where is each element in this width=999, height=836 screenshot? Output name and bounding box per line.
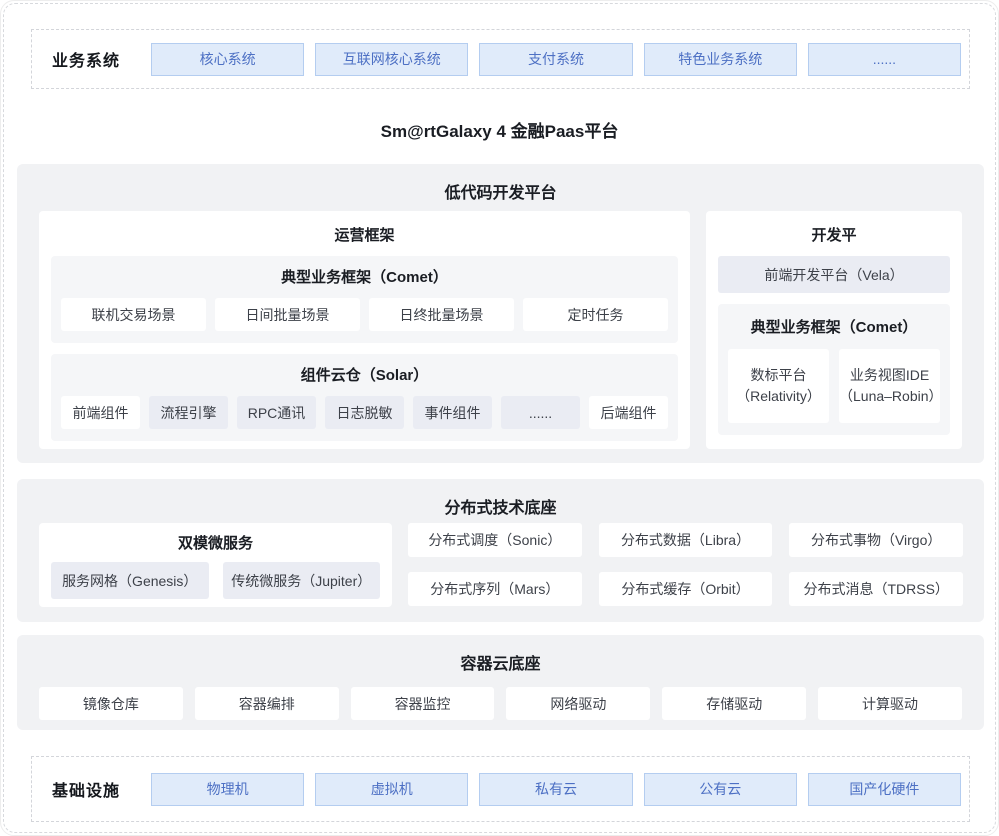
solar-component-cloud-subcard: 组件云仓（Solar） 前端组件 流程引擎 RPC通讯 日志脱敏 事件组件 ..… <box>51 354 678 441</box>
jupiter-traditional-microservice: 传统微服务（Jupiter） <box>223 562 381 599</box>
infra-physical-machine: 物理机 <box>151 773 304 806</box>
dev-platform-title: 开发平 <box>706 211 962 245</box>
infra-virtual-machine: 虚拟机 <box>315 773 468 806</box>
dual-mode-row: 服务网格（Genesis） 传统微服务（Jupiter） <box>51 562 380 599</box>
distributed-services-row-2: 分布式序列（Mars） 分布式缓存（Orbit） 分布式消息（TDRSS） <box>408 572 963 606</box>
business-system-payment: 支付系统 <box>479 43 632 76</box>
operation-framework-title: 运营框架 <box>39 211 690 245</box>
comet-business-framework-subcard: 典型业务框架（Comet） 联机交易场景 日间批量场景 日终批量场景 定时任务 <box>51 256 678 343</box>
distributed-tech-section: 分布式技术底座 双模微服务 服务网格（Genesis） 传统微服务（Jupite… <box>17 479 984 622</box>
compute-driver: 计算驱动 <box>818 687 962 720</box>
distributed-services-row-1: 分布式调度（Sonic） 分布式数据（Libra） 分布式事物（Virgo） <box>408 523 963 557</box>
comet-business-framework-title: 典型业务框架（Comet） <box>61 266 668 287</box>
container-cloud-title: 容器云底座 <box>17 635 984 674</box>
container-cloud-section: 容器云底座 镜像仓库 容器编排 容器监控 网络驱动 存储驱动 计算驱动 <box>17 635 984 730</box>
scenario-daytime-batch: 日间批量场景 <box>215 298 360 331</box>
virgo-distributed-transaction: 分布式事物（Virgo） <box>789 523 963 557</box>
component-frontend: 前端组件 <box>61 396 140 429</box>
component-event: 事件组件 <box>413 396 492 429</box>
image-registry: 镜像仓库 <box>39 687 183 720</box>
infra-public-cloud: 公有云 <box>644 773 797 806</box>
solar-component-row: 前端组件 流程引擎 RPC通讯 日志脱敏 事件组件 ...... 后端组件 <box>61 396 668 429</box>
dev-comet-framework-subcard: 典型业务框架（Comet） 数标平台 （Relativity） 业务视图IDE … <box>718 304 950 435</box>
component-more: ...... <box>501 396 580 429</box>
infrastructure-band: 基础设施 物理机 虚拟机 私有云 公有云 国产化硬件 <box>31 756 970 822</box>
comet-scenario-row: 联机交易场景 日间批量场景 日终批量场景 定时任务 <box>61 298 668 331</box>
container-orchestration: 容器编排 <box>195 687 339 720</box>
tdrss-distributed-message: 分布式消息（TDRSS） <box>789 572 963 606</box>
container-monitoring: 容器监控 <box>351 687 495 720</box>
architecture-diagram: 业务系统 核心系统 互联网核心系统 支付系统 特色业务系统 ...... Sm@… <box>0 0 999 836</box>
low-code-platform-title: 低代码开发平台 <box>17 164 984 203</box>
operation-framework-card: 运营框架 典型业务框架（Comet） 联机交易场景 日间批量场景 日终批量场景 … <box>39 211 690 449</box>
sonic-distributed-scheduling: 分布式调度（Sonic） <box>408 523 582 557</box>
mars-distributed-sequence: 分布式序列（Mars） <box>408 572 582 606</box>
page-title: Sm@rtGalaxy 4 金融Paas平台 <box>1 117 998 142</box>
component-rpc: RPC通讯 <box>237 396 316 429</box>
component-log-masking: 日志脱敏 <box>325 396 404 429</box>
network-driver: 网络驱动 <box>506 687 650 720</box>
scenario-scheduled-task: 定时任务 <box>523 298 668 331</box>
dev-comet-framework-title: 典型业务框架（Comet） <box>728 316 940 337</box>
luna-robin-business-view-ide: 业务视图IDE （Luna–Robin） <box>839 349 940 423</box>
infrastructure-label: 基础设施 <box>32 777 140 801</box>
dev-comet-row: 数标平台 （Relativity） 业务视图IDE （Luna–Robin） <box>728 349 940 423</box>
libra-distributed-data: 分布式数据（Libra） <box>599 523 773 557</box>
relativity-codename: （Relativity） <box>736 386 821 407</box>
orbit-distributed-cache: 分布式缓存（Orbit） <box>599 572 773 606</box>
luna-robin-codename: （Luna–Robin） <box>839 386 940 407</box>
storage-driver: 存储驱动 <box>662 687 806 720</box>
business-systems-band: 业务系统 核心系统 互联网核心系统 支付系统 特色业务系统 ...... <box>31 29 970 89</box>
container-cloud-row: 镜像仓库 容器编排 容器监控 网络驱动 存储驱动 计算驱动 <box>39 687 962 720</box>
distributed-tech-title: 分布式技术底座 <box>17 479 984 518</box>
component-process-engine: 流程引擎 <box>149 396 228 429</box>
dual-mode-microservice-card: 双模微服务 服务网格（Genesis） 传统微服务（Jupiter） <box>39 523 392 607</box>
relativity-data-platform: 数标平台 （Relativity） <box>728 349 829 423</box>
business-system-core: 核心系统 <box>151 43 304 76</box>
low-code-platform-section: 低代码开发平台 运营框架 典型业务框架（Comet） 联机交易场景 日间批量场景… <box>17 164 984 463</box>
dual-mode-microservice-title: 双模微服务 <box>39 523 392 553</box>
genesis-service-mesh: 服务网格（Genesis） <box>51 562 209 599</box>
component-backend: 后端组件 <box>589 396 668 429</box>
relativity-name: 数标平台 <box>751 365 807 386</box>
vela-frontend-dev-platform: 前端开发平台（Vela） <box>718 256 950 293</box>
scenario-endofday-batch: 日终批量场景 <box>369 298 514 331</box>
infra-domestic-hardware: 国产化硬件 <box>808 773 961 806</box>
solar-component-cloud-title: 组件云仓（Solar） <box>61 364 668 385</box>
luna-robin-name: 业务视图IDE <box>850 365 929 386</box>
distributed-services-grid: 分布式调度（Sonic） 分布式数据（Libra） 分布式事物（Virgo） 分… <box>408 523 963 606</box>
business-system-special: 特色业务系统 <box>644 43 797 76</box>
infra-private-cloud: 私有云 <box>479 773 632 806</box>
business-system-more: ...... <box>808 43 961 76</box>
business-system-internet-core: 互联网核心系统 <box>315 43 468 76</box>
business-systems-label: 业务系统 <box>32 47 140 71</box>
dev-platform-card: 开发平 前端开发平台（Vela） 典型业务框架（Comet） 数标平台 （Rel… <box>706 211 962 449</box>
scenario-online-trading: 联机交易场景 <box>61 298 206 331</box>
